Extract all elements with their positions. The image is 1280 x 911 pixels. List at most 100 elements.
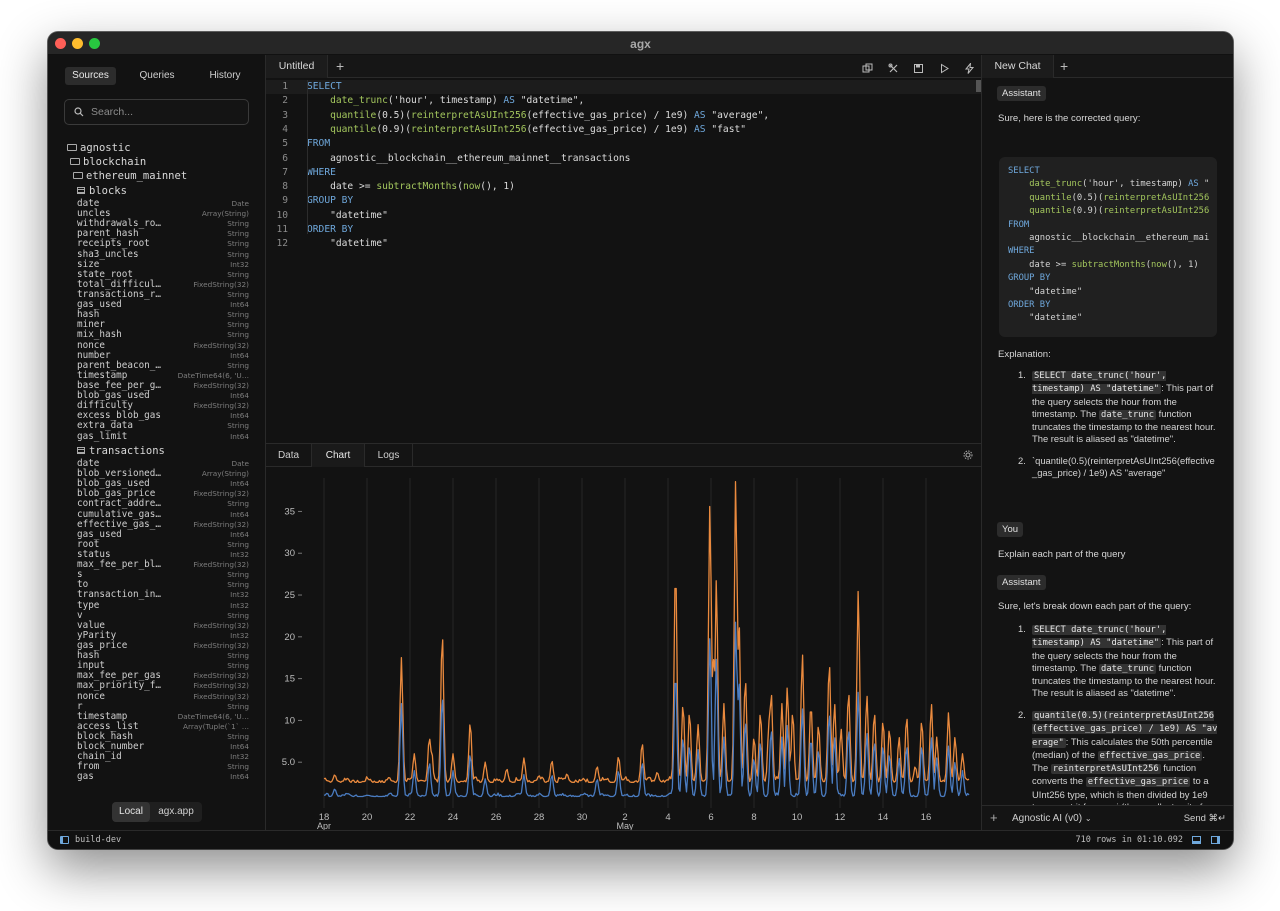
assistant-message-intro: Sure, let's break down each part of the … <box>998 601 1192 612</box>
x-month-label: May <box>616 821 634 830</box>
editor-pane: Untitled + 1 SELECT 2 date_trunc('hour', t… <box>266 55 981 831</box>
chat-code-line: GROUP BY <box>1008 273 1051 284</box>
code-text: date_trunc('hour', timestamp) AS "dateti… <box>330 95 585 107</box>
code-line[interactable]: 4 quantile(0.9)(reinterpretAsUInt256(eff… <box>266 123 981 137</box>
right-panel-toggle-icon[interactable] <box>1211 836 1220 844</box>
format-icon[interactable] <box>888 61 899 73</box>
column-row[interactable]: chain_id Int32 <box>77 751 249 762</box>
code-line[interactable]: 8 date >= subtractMonths(now(), 1) <box>266 180 981 194</box>
tab-logs[interactable]: Logs <box>365 444 413 467</box>
indent-guide <box>307 80 308 234</box>
column-row[interactable]: gas Int64 <box>77 771 249 782</box>
new-chat-button[interactable]: + <box>1060 58 1068 74</box>
list-item: SELECT date_trunc('hour', timestamp) AS … <box>1032 623 1218 700</box>
copy-icon[interactable] <box>862 61 873 73</box>
column-row[interactable]: gas_used Int64 <box>77 299 249 310</box>
env-local-button[interactable]: Local <box>112 802 150 822</box>
code-text: "datetime" <box>307 209 388 221</box>
tab-sources[interactable]: Sources <box>65 67 116 85</box>
column-type: String <box>227 310 249 320</box>
chat-code-line: WHERE <box>1008 246 1035 257</box>
model-selector[interactable]: Agnostic AI (v0) ⌄ <box>1012 813 1092 824</box>
title-bar: agx <box>48 32 1233 55</box>
gas-price-chart[interactable]: 18 20 22 24 26 28 30 2 4 6 8 10 12 14 16Apr May5.010152… <box>266 468 981 831</box>
tab-history[interactable]: History <box>199 67 251 85</box>
code-line[interactable]: 11 ORDER BY <box>266 223 981 237</box>
x-tick-label: 30 <box>577 812 588 823</box>
chat-tab-new[interactable]: New Chat <box>982 55 1054 78</box>
environment-toggle[interactable]: Local agx.app <box>112 802 202 822</box>
sidebar-toggle-icon[interactable] <box>60 836 69 844</box>
column-row[interactable]: sha3_uncles String <box>77 249 249 260</box>
list-number: 1. <box>1018 369 1026 380</box>
column-row[interactable]: max_fee_per_bl… FixedString(32) <box>77 559 249 570</box>
column-type: String <box>227 249 249 259</box>
column-type: String <box>227 701 249 711</box>
chevron-down-icon: ⌄ <box>1084 814 1092 823</box>
code-text: quantile(0.5)(reinterpretAsUInt256(effec… <box>330 109 770 121</box>
code-line[interactable]: 3 quantile(0.5)(reinterpretAsUInt256(eff… <box>266 109 981 123</box>
code-line[interactable]: 5 FROM <box>266 137 981 151</box>
tab-data[interactable]: Data <box>266 444 312 467</box>
save-icon[interactable] <box>913 61 924 73</box>
tree-node-label: blocks <box>89 185 127 197</box>
line-number: 2 <box>282 95 288 107</box>
column-type: Int64 <box>230 391 249 401</box>
column-type: Int32 <box>230 549 249 559</box>
sidebar: Sources Queries History agnostic blockch… <box>48 55 266 830</box>
column-row[interactable]: gas_price FixedString(32) <box>77 640 249 651</box>
column-type: String <box>227 360 249 370</box>
inline-code: date_trunc <box>1099 409 1157 420</box>
code-line[interactable]: 7 WHERE <box>266 166 981 180</box>
editor-tab-untitled[interactable]: Untitled <box>266 55 328 78</box>
column-type: Int64 <box>230 300 249 310</box>
column-row[interactable]: from String <box>77 761 249 772</box>
column-row[interactable]: nonce FixedString(32) <box>77 691 249 702</box>
code-line[interactable]: 1 SELECT <box>266 80 981 95</box>
tab-chart[interactable]: Chart <box>312 444 365 467</box>
run-icon[interactable] <box>939 61 950 74</box>
inline-code: date_trunc <box>1099 663 1157 674</box>
tree-node-database[interactable]: ethereum_mainnet <box>73 170 187 183</box>
column-type: String <box>227 651 249 661</box>
y-tick-label: 10 <box>284 715 295 726</box>
column-type: FixedString(32) <box>193 519 249 529</box>
tree-node-label: ethereum_mainnet <box>86 170 188 182</box>
search-box[interactable] <box>64 99 249 125</box>
chat-messages: Assistant Sure, here is the corrected qu… <box>982 79 1233 805</box>
env-remote-button[interactable]: agx.app <box>150 802 202 822</box>
column-type: String <box>227 610 249 620</box>
chat-code-block[interactable]: SELECT date_trunc('hour', timestamp) AS … <box>999 157 1217 337</box>
new-tab-button[interactable]: + <box>336 58 344 74</box>
list-item: `quantile(0.5)(reinterpretAsUInt256(effe… <box>1032 455 1215 479</box>
code-line[interactable]: 9 GROUP BY <box>266 194 981 208</box>
tree-node-table-blocks[interactable]: blocks <box>77 185 127 198</box>
attach-button[interactable]: + <box>990 810 998 825</box>
code-line[interactable]: 10 "datetime" <box>266 209 981 223</box>
tree-node-root[interactable]: agnostic <box>67 142 131 155</box>
column-type: FixedString(32) <box>193 671 249 681</box>
query-stats: 710 rows in 01:10.092 <box>1075 835 1183 845</box>
tab-queries[interactable]: Queries <box>132 67 182 85</box>
code-line[interactable]: 2 date_trunc('hour', timestamp) AS "date… <box>266 94 981 108</box>
search-input[interactable] <box>91 104 241 120</box>
line-number: 6 <box>282 152 288 164</box>
send-button[interactable]: Send ⌘↵ <box>1184 813 1226 824</box>
tree-node-table-transactions[interactable]: transactions <box>77 445 165 458</box>
column-row[interactable]: s String <box>77 569 249 580</box>
bottom-panel-toggle-icon[interactable] <box>1192 836 1201 844</box>
column-row[interactable]: type Int32 <box>77 600 249 611</box>
tree-node-blockchain[interactable]: blockchain <box>70 156 146 169</box>
chat-pane: New Chat + Assistant Sure, here is the c… <box>981 55 1233 830</box>
search-icon <box>74 107 84 117</box>
code-editor[interactable]: 1 SELECT 2 date_trunc('hour', timestamp) A… <box>266 80 981 444</box>
code-line[interactable]: 6 agnostic__blockchain__ethereum_mainnet… <box>266 152 981 166</box>
column-row[interactable]: transaction_in… Int32 <box>77 589 249 600</box>
column-type: String <box>227 499 249 509</box>
column-row[interactable]: gas_limit Int64 <box>77 431 249 442</box>
gear-icon[interactable] <box>963 450 973 460</box>
x-tick-label: 4 <box>665 812 670 823</box>
column-row[interactable]: gas_used Int64 <box>77 529 249 540</box>
lightning-icon[interactable] <box>964 61 975 74</box>
code-line[interactable]: 12 "datetime" <box>266 237 981 251</box>
